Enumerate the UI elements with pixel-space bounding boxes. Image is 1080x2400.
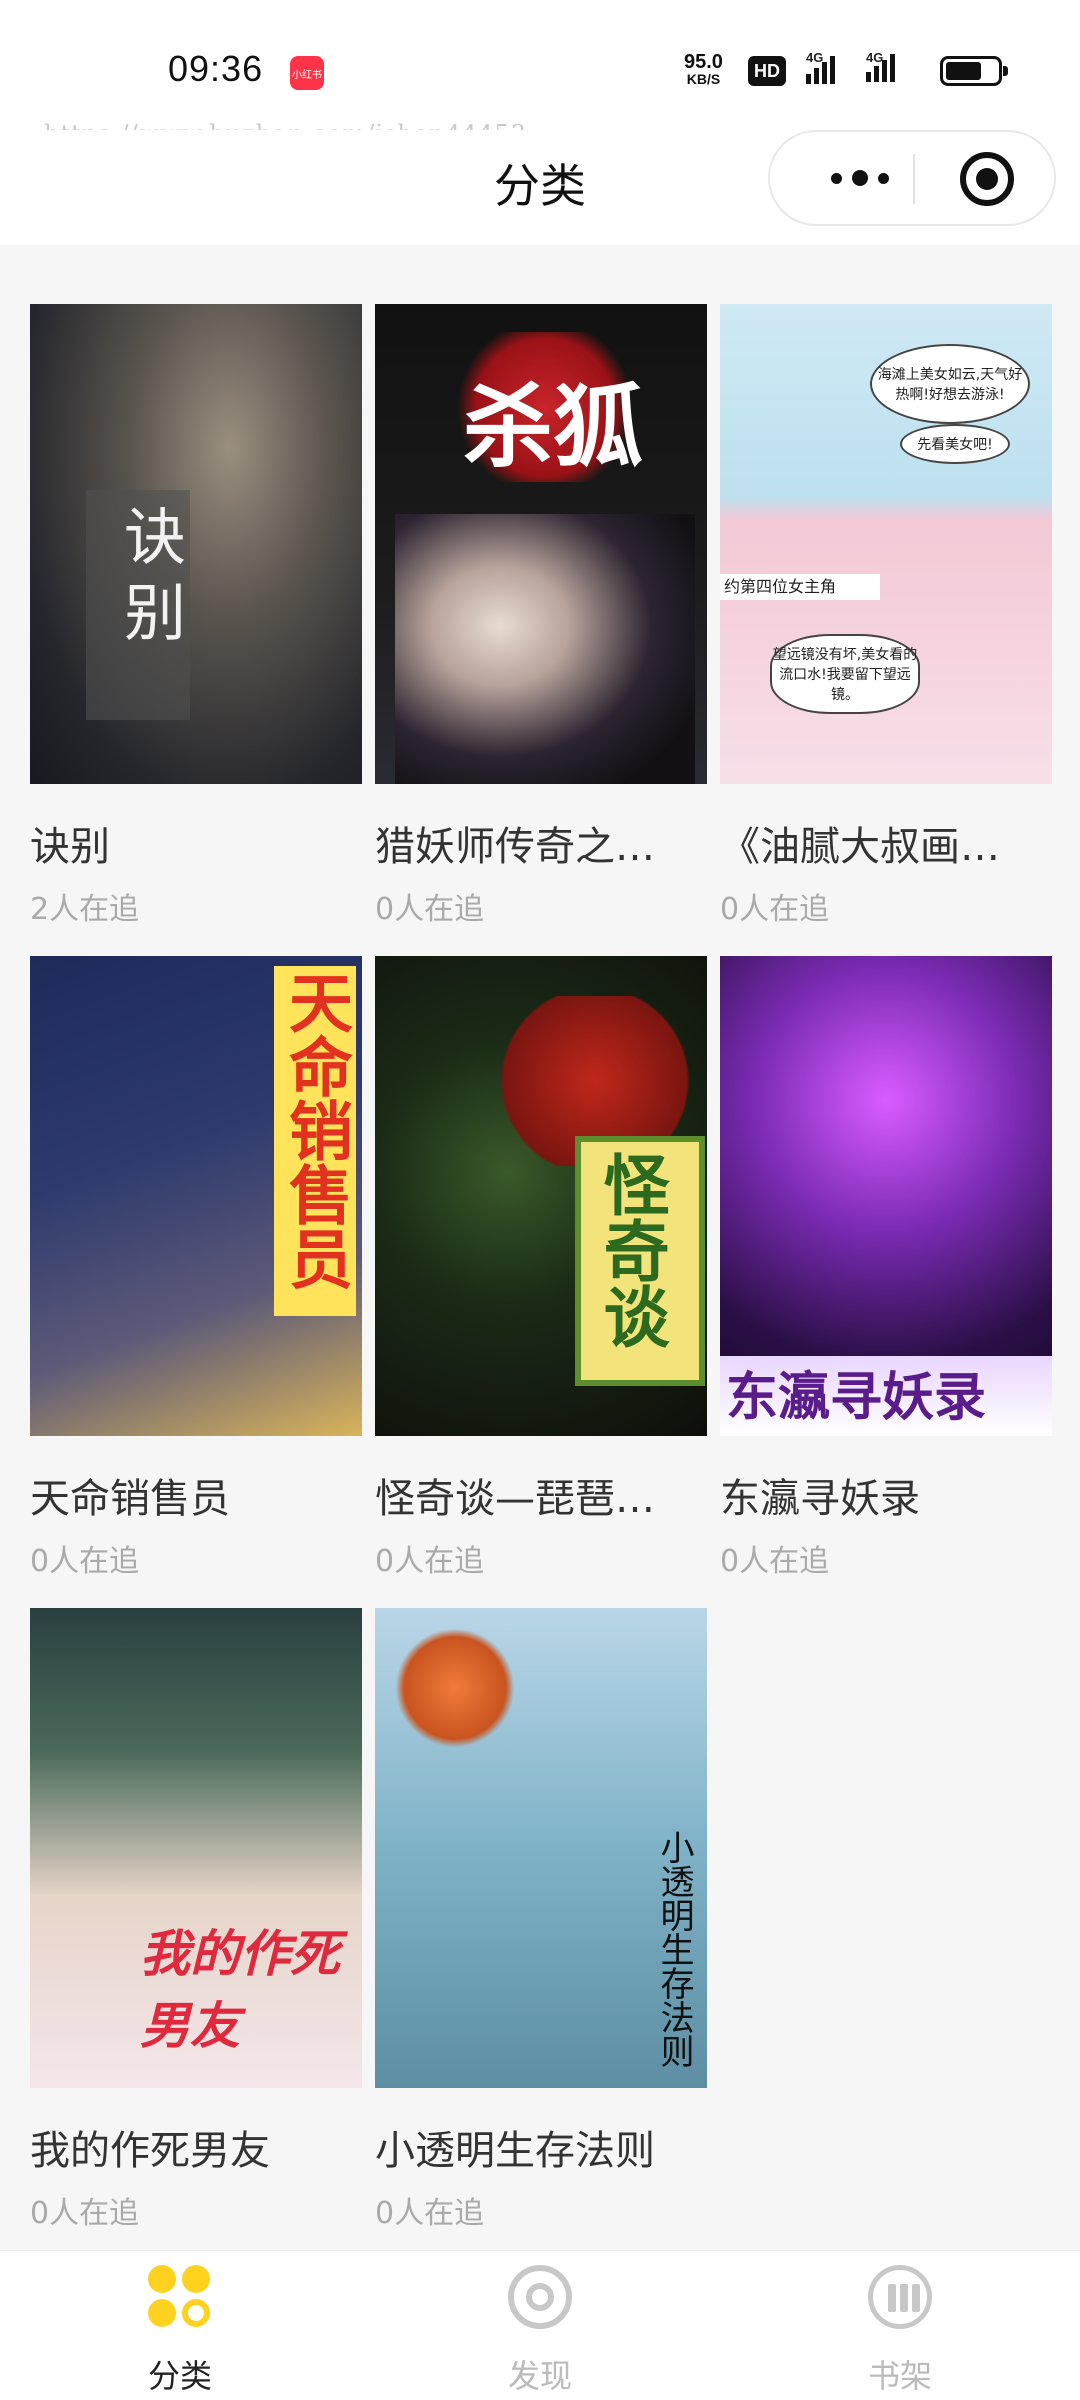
book-title[interactable]: 我的作死男友 xyxy=(30,2118,362,2176)
discover-icon xyxy=(508,2265,572,2329)
network-speed-value: 95.0 xyxy=(684,51,723,73)
book-title[interactable]: 小透明生存法则 xyxy=(375,2118,707,2176)
book-followers: 0人在追 xyxy=(720,892,830,927)
battery-icon xyxy=(940,56,1008,86)
book-card[interactable]: 诀别 诀别 2人在追 xyxy=(30,304,362,927)
book-followers: 0人在追 xyxy=(30,2196,140,2231)
cover-title: 小透明生存法则 xyxy=(654,1830,694,2068)
book-cover[interactable]: 我的作死男友 xyxy=(30,1608,362,2088)
book-cover[interactable]: 小透明生存法则 xyxy=(375,1608,707,2088)
cover-title: 天命销售员 xyxy=(278,970,353,1290)
book-title[interactable]: 《油腻大叔画… xyxy=(720,814,1052,872)
speech-bubble: 望远镜没有坏,美女看的流口水!我要留下望远镜。 xyxy=(770,634,920,714)
status-bar: 09:36 小红书 95.0 KB/S HD 4G 4G xyxy=(0,0,1080,130)
status-time: 09:36 xyxy=(168,48,264,89)
book-followers: 0人在追 xyxy=(30,1544,140,1579)
book-cover[interactable]: 杀狐 xyxy=(375,304,707,784)
network-speed-unit: KB/S xyxy=(686,71,721,87)
tab-label: 发现 xyxy=(507,2357,572,2395)
more-dots-icon[interactable] xyxy=(810,132,910,224)
book-title[interactable]: 诀别 xyxy=(30,814,362,872)
book-cover[interactable]: 怪奇谈 xyxy=(375,956,707,1436)
tab-label: 书架 xyxy=(867,2357,932,2395)
mini-program-capsule xyxy=(768,130,1056,226)
tab-label: 分类 xyxy=(147,2357,212,2395)
book-title[interactable]: 怪奇谈—琵琶… xyxy=(375,1466,707,1524)
nav-bar: 分类 xyxy=(0,130,1080,245)
book-card[interactable]: 杀狐 猎妖师传奇之… 0人在追 xyxy=(375,304,707,927)
book-cover[interactable]: 诀别 xyxy=(30,304,362,784)
bookshelf-icon xyxy=(868,2265,932,2329)
book-cover[interactable]: 海滩上美女如云,天气好热啊!好想去游泳! 先看美女吧! 约第四位女主角 望远镜没… xyxy=(720,304,1052,784)
book-followers: 0人在追 xyxy=(375,2196,485,2231)
cover-title: 东瀛寻妖录 xyxy=(726,1367,987,1428)
hd-voice-icon: HD xyxy=(748,56,786,86)
cover-title: 我的作死男友 xyxy=(140,1924,340,2055)
signal-icon: 4G xyxy=(806,50,835,84)
book-card[interactable]: 怪奇谈 怪奇谈—琵琶… 0人在追 xyxy=(375,956,707,1579)
book-followers: 0人在追 xyxy=(375,892,485,927)
book-title[interactable]: 猎妖师传奇之… xyxy=(375,814,707,872)
speech-bubble: 海滩上美女如云,天气好热啊!好想去游泳! xyxy=(870,344,1030,424)
cover-title: 杀狐 xyxy=(463,374,643,480)
network-type-label: 4G xyxy=(806,50,824,65)
book-card[interactable]: 我的作死男友 我的作死男友 0人在追 xyxy=(30,1608,362,2231)
book-followers: 2人在追 xyxy=(30,892,140,927)
cover-title: 怪奇谈 xyxy=(592,1151,671,1349)
tab-bookshelf[interactable]: 书架 xyxy=(800,2251,1000,2400)
cover-title: 约第四位女主角 xyxy=(720,574,880,600)
book-card[interactable]: 天命销售员 天命销售员 0人在追 xyxy=(30,956,362,1579)
book-followers: 0人在追 xyxy=(720,1544,830,1579)
book-title[interactable]: 天命销售员 xyxy=(30,1466,362,1524)
tab-discover[interactable]: 发现 xyxy=(440,2251,640,2400)
cover-title: 诀别 xyxy=(113,504,186,656)
speech-bubble: 先看美女吧! xyxy=(900,424,1010,464)
target-icon[interactable] xyxy=(960,152,1014,206)
book-card[interactable]: 东瀛寻妖录 东瀛寻妖录 0人在追 xyxy=(720,956,1052,1579)
bottom-tab-bar: 分类 发现 书架 xyxy=(0,2250,1080,2400)
network-type-label-2: 4G xyxy=(866,50,884,65)
signal-icon-2: 4G xyxy=(866,50,895,82)
book-followers: 0人在追 xyxy=(375,1544,485,1579)
book-grid: 诀别 诀别 2人在追 杀狐 猎妖师传奇之… 0人在追 海滩上美女如云,天气好热啊… xyxy=(30,304,1054,2231)
book-card[interactable]: 小透明生存法则 小透明生存法则 0人在追 xyxy=(375,1608,707,2231)
book-card[interactable]: 海滩上美女如云,天气好热啊!好想去游泳! 先看美女吧! 约第四位女主角 望远镜没… xyxy=(720,304,1052,927)
capsule-divider xyxy=(913,154,915,204)
category-icon xyxy=(148,2265,212,2329)
book-cover[interactable]: 天命销售员 xyxy=(30,956,362,1436)
network-speed: 95.0 KB/S xyxy=(684,52,723,86)
tab-category[interactable]: 分类 xyxy=(80,2251,280,2400)
app-notification-icon: 小红书 xyxy=(290,56,324,90)
book-cover[interactable]: 东瀛寻妖录 xyxy=(720,956,1052,1436)
book-title[interactable]: 东瀛寻妖录 xyxy=(720,1466,1052,1524)
